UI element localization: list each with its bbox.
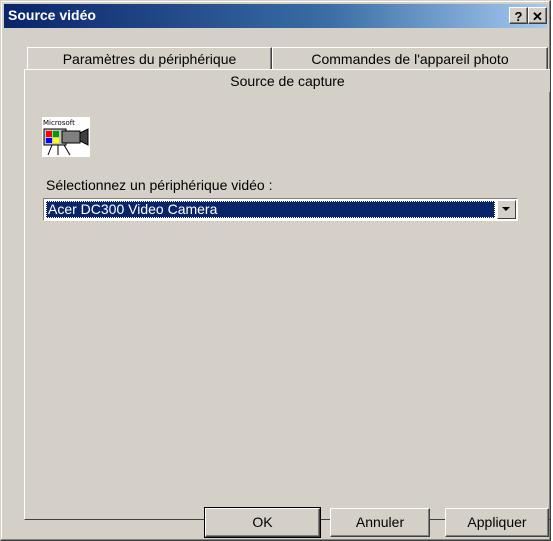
cancel-button[interactable]: Annuler — [330, 508, 430, 537]
device-select-label: Sélectionnez un périphérique vidéo : — [46, 177, 273, 193]
help-button[interactable]: ? — [509, 7, 528, 24]
apply-button[interactable]: Appliquer — [445, 508, 549, 537]
dropdown-arrow-icon[interactable] — [497, 200, 516, 219]
tab-device-settings[interactable]: Paramètres du périphérique — [27, 47, 272, 69]
title-bar[interactable]: Source vidéo ? ✕ — [4, 4, 547, 28]
window-title: Source vidéo — [8, 7, 96, 23]
selected-device-value: Acer DC300 Video Camera — [46, 201, 495, 218]
tab-capture-source[interactable]: Source de capture — [24, 69, 550, 92]
ok-button[interactable]: OK — [204, 507, 321, 538]
tab-panel — [24, 91, 550, 520]
video-camera-icon: Microsoft — [42, 117, 92, 159]
close-button[interactable]: ✕ — [528, 7, 547, 24]
video-device-select[interactable]: Acer DC300 Video Camera — [43, 198, 518, 221]
svg-text:Microsoft: Microsoft — [43, 119, 75, 127]
tab-camera-controls[interactable]: Commandes de l'appareil photo — [272, 47, 548, 69]
